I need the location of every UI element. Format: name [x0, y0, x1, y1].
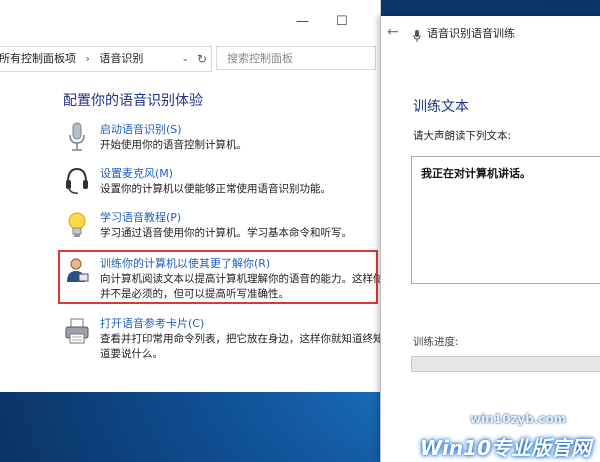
windows-logo-icon: [399, 434, 417, 453]
item-description: 学习通过语音使用你的计算机。学习基本命令和听写。: [100, 227, 352, 239]
headset-icon: [64, 166, 90, 196]
speech-tutorial-link[interactable]: 学习语音教程(P): [100, 209, 181, 225]
page-title: 配置你的语音识别体验: [63, 93, 203, 109]
microphone-icon: [413, 27, 421, 42]
progress-label: 训练进度:: [413, 336, 459, 348]
title-bar: — ☐: [0, 0, 380, 42]
item-description: 设置你的计算机以便能够正常使用语音识别功能。: [100, 183, 331, 195]
back-arrow-icon[interactable]: ←: [387, 24, 399, 40]
item-description: 开始使用你的语音控制计算机。: [100, 139, 247, 151]
training-progress-bar: [411, 356, 600, 372]
watermark-url: win10zyb.com: [470, 412, 567, 426]
refresh-icon[interactable]: ↻: [197, 47, 207, 71]
start-speech-link[interactable]: 启动语音识别(S): [100, 121, 182, 137]
minimize-button[interactable]: —: [296, 14, 309, 29]
lightbulb-icon: [64, 210, 90, 240]
address-bar[interactable]: 所有控制面板项 › 语音识别 ⌄ ↻: [0, 46, 212, 72]
reference-card-link[interactable]: 打开语音参考卡片(C): [100, 315, 204, 331]
description-line: 查看并打印常用命令列表，把它放在身边，这样你就知道终知: [100, 333, 381, 345]
item-description: 查看并打印常用命令列表，把它放在身边，这样你就知道终知 道要说什么。: [100, 332, 381, 362]
control-panel-window: — ☐ 所有控制面板项 › 语音识别 ⌄ ↻ 搜索控制面板 配置你的语音识别体验…: [0, 0, 381, 392]
read-prompt: 请大声朗读下列文本:: [413, 130, 512, 142]
breadcrumb-item[interactable]: 语音识别: [99, 47, 143, 71]
item-speech-tutorial: 学习语音教程(P) 学习通过语音使用你的计算机。学习基本命令和听写。: [64, 208, 380, 252]
microphone-icon: [64, 122, 90, 152]
wizard-title: 语音识别语音训练: [427, 27, 515, 40]
watermark-brand: Win10专业版官网: [420, 436, 591, 460]
wizard-header: ← 语音识别语音训练: [381, 16, 600, 50]
highlight-box: [58, 250, 378, 304]
breadcrumb-separator-icon: ›: [85, 52, 90, 65]
breadcrumb-item[interactable]: 所有控制面板项: [0, 47, 76, 71]
training-text: 我正在对计算机讲话。: [421, 167, 531, 180]
printer-icon: [64, 316, 90, 346]
item-start-speech: 启动语音识别(S) 开始使用你的语音控制计算机。: [64, 120, 380, 164]
item-setup-microphone: 设置麦克风(M) 设置你的计算机以便能够正常使用语音识别功能。: [64, 164, 380, 208]
search-input[interactable]: 搜索控制面板: [216, 46, 376, 70]
description-line: 道要说什么。: [100, 348, 163, 360]
search-placeholder: 搜索控制面板: [227, 52, 293, 65]
speech-training-window: ← 语音识别语音训练 训练文本 请大声朗读下列文本: 我正在对计算机讲话。 训练…: [380, 16, 600, 462]
section-heading: 训练文本: [413, 99, 469, 115]
setup-microphone-link[interactable]: 设置麦克风(M): [100, 165, 173, 181]
maximize-button[interactable]: ☐: [336, 14, 348, 29]
training-text-box: 我正在对计算机讲话。: [411, 156, 600, 284]
chevron-down-icon[interactable]: ⌄: [181, 47, 189, 71]
item-reference-card: 打开语音参考卡片(C) 查看并打印常用命令列表，把它放在身边，这样你就知道终知 …: [64, 314, 380, 364]
